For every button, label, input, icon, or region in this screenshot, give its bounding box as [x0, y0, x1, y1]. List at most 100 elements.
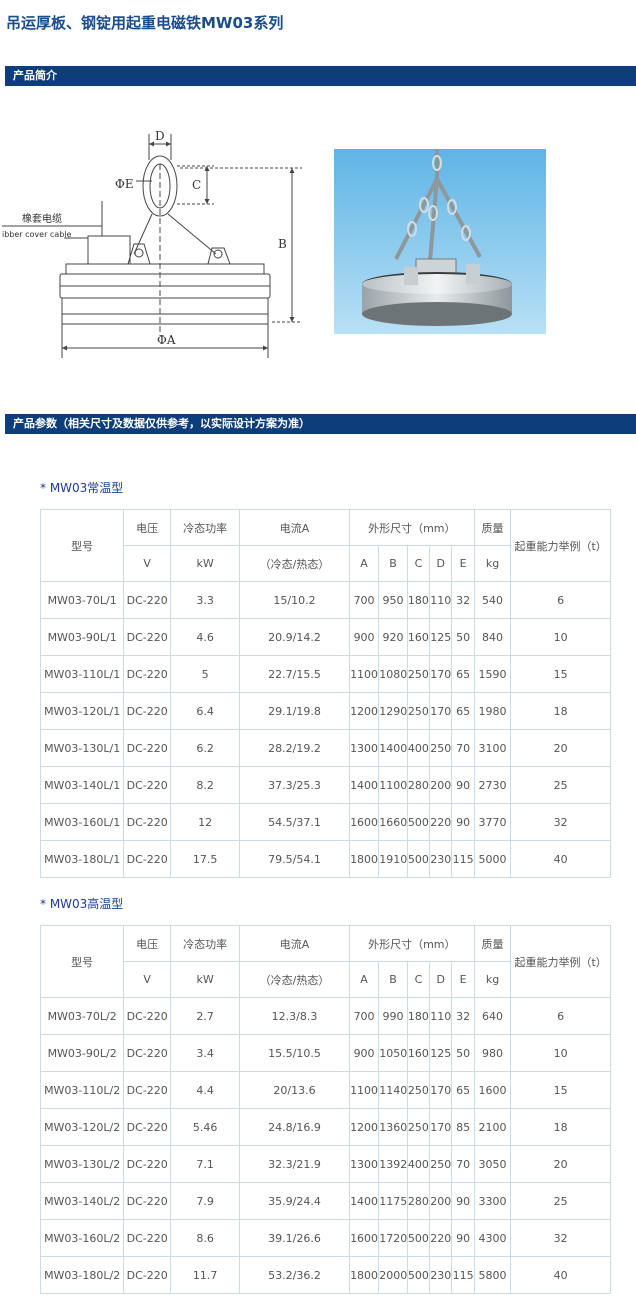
cell-power: 6.4 [170, 692, 241, 730]
cell-dim-c: 400 [406, 729, 431, 767]
cell-dim-b: 1392 [378, 1145, 408, 1183]
header-mass-unit: kg [473, 545, 512, 582]
cell-dim-a: 900 [348, 1034, 380, 1072]
cell-mass: 640 [473, 997, 512, 1035]
header-capacity: 起重能力举例（t） [510, 925, 611, 998]
cell-model: MW03-180L/1 [39, 840, 125, 878]
cell-mass: 1600 [473, 1071, 512, 1109]
cell-model: MW03-140L/2 [39, 1182, 125, 1220]
cell-voltage: DC-220 [123, 729, 172, 767]
spec-table-high-temp: 型号 电压 冷态功率 电流A 外形尺寸（mm） 质量 起重能力举例（t） VkW （冷态/热态）… [39, 925, 611, 1294]
cell-model: MW03-90L/2 [39, 1034, 125, 1072]
cell-voltage: DC-220 [123, 997, 172, 1035]
dim-label-b: B [278, 237, 287, 251]
cell-dim-a: 1800 [348, 840, 380, 878]
cell-current: 35.9/24.4 [239, 1182, 350, 1220]
header-power-unit: kW [170, 961, 241, 998]
page-title: 吊运厚板、钢锭用起重电磁铁MW03系列 [6, 14, 284, 32]
cell-dim-b: 1140 [378, 1071, 408, 1109]
cell-dim-a: 1300 [348, 729, 380, 767]
cell-dim-c: 250 [406, 655, 431, 693]
table-row: MW03-130L/2 DC-220 7.1 32.3/21.9 1300 1392 400… [39, 1145, 611, 1183]
cell-voltage: DC-220 [123, 1071, 172, 1109]
cell-dim-b: 1400 [378, 729, 408, 767]
cell-dim-c: 500 [406, 1219, 431, 1257]
cell-current: 54.5/37.1 [239, 803, 350, 841]
cell-dim-c: 280 [406, 766, 431, 804]
header-dim-e: E [451, 961, 475, 998]
cell-dim-e: 50 [451, 1034, 475, 1072]
cell-dim-c: 500 [406, 840, 431, 878]
cell-dim-d: 125 [429, 618, 453, 656]
cell-voltage: DC-220 [123, 618, 172, 656]
header-power: 冷态功率 [170, 509, 241, 546]
cell-dim-b: 2000 [378, 1256, 408, 1294]
table-title-normal-temp: * MW03常温型 [40, 481, 124, 495]
header-dim-b: B [378, 961, 408, 998]
cell-mass: 980 [473, 1034, 512, 1072]
cell-mass: 5800 [473, 1256, 512, 1294]
cell-dim-c: 180 [406, 581, 431, 619]
header-dim-b: B [378, 545, 408, 582]
cell-dim-c: 160 [406, 1034, 431, 1072]
cell-dim-e: 85 [451, 1108, 475, 1146]
cell-dim-b: 1910 [378, 840, 408, 878]
cell-dim-c: 500 [406, 803, 431, 841]
cell-dim-a: 1200 [348, 692, 380, 730]
cell-mass: 3050 [473, 1145, 512, 1183]
section-label-product-intro: 产品简介 [13, 69, 57, 82]
header-dim-c: C [406, 545, 431, 582]
cell-power: 8.2 [170, 766, 241, 804]
header-dim-a: A [348, 545, 380, 582]
cell-current: 37.3/25.3 [239, 766, 350, 804]
cell-dim-b: 1360 [378, 1108, 408, 1146]
cell-model: MW03-70L/2 [39, 997, 125, 1035]
header-current: 电流A [239, 509, 350, 546]
cell-mass: 5000 [473, 840, 512, 878]
cell-mass: 3100 [473, 729, 512, 767]
cell-current: 53.2/36.2 [239, 1256, 350, 1294]
cell-current: 15.5/10.5 [239, 1034, 350, 1072]
cell-dim-a: 1200 [348, 1108, 380, 1146]
cell-voltage: DC-220 [123, 655, 172, 693]
cell-dim-d: 200 [429, 1182, 453, 1220]
cell-power: 5 [170, 655, 241, 693]
cell-dim-a: 1600 [348, 1219, 380, 1257]
cell-dim-d: 170 [429, 692, 453, 730]
cell-capacity: 25 [510, 766, 611, 804]
cell-capacity: 10 [510, 1034, 611, 1072]
table-row: MW03-140L/1 DC-220 8.2 37.3/25.3 1400 1100 280… [39, 766, 611, 804]
header-voltage-unit: V [123, 961, 172, 998]
cell-current: 39.1/26.6 [239, 1219, 350, 1257]
cell-voltage: DC-220 [123, 1108, 172, 1146]
cell-power: 6.2 [170, 729, 241, 767]
cell-dim-a: 1400 [348, 766, 380, 804]
cell-dim-c: 180 [406, 997, 431, 1035]
cell-power: 17.5 [170, 840, 241, 878]
cell-dim-a: 900 [348, 618, 380, 656]
header-dim-a: A [348, 961, 380, 998]
table-row: MW03-90L/1 DC-220 4.6 20.9/14.2 900 920 160 125… [39, 618, 611, 656]
cell-dim-d: 220 [429, 803, 453, 841]
table-header-row: 型号 电压 冷态功率 电流A 外形尺寸（mm） 质量 起重能力举例（t） [39, 925, 611, 998]
cell-mass: 3300 [473, 1182, 512, 1220]
cell-current: 20.9/14.2 [239, 618, 350, 656]
cell-mass: 540 [473, 581, 512, 619]
cable-label-cn: 橡套电缆 [22, 212, 62, 225]
cell-mass: 1980 [473, 692, 512, 730]
cell-power: 12 [170, 803, 241, 841]
cell-mass: 4300 [473, 1219, 512, 1257]
cell-current: 15/10.2 [239, 581, 350, 619]
header-mass: 质量 [473, 925, 512, 962]
cell-power: 3.4 [170, 1034, 241, 1072]
cell-dim-e: 90 [451, 803, 475, 841]
cell-voltage: DC-220 [123, 692, 172, 730]
cell-dim-b: 1660 [378, 803, 408, 841]
cell-dim-e: 90 [451, 766, 475, 804]
header-current-note: （冷态/热态） [239, 961, 350, 998]
electromagnet-photo [334, 149, 546, 334]
cell-dim-c: 500 [406, 1256, 431, 1294]
cell-mass: 3770 [473, 803, 512, 841]
cell-model: MW03-70L/1 [39, 581, 125, 619]
cell-dim-e: 115 [451, 840, 475, 878]
